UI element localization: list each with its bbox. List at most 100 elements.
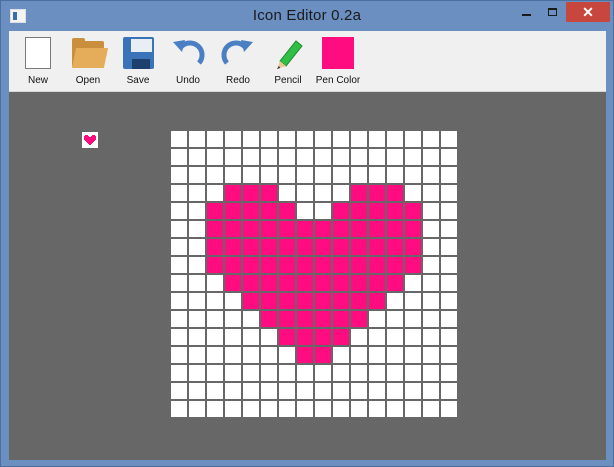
pixel-cell[interactable] (261, 329, 277, 345)
pixel-cell[interactable] (243, 329, 259, 345)
maximize-button[interactable] (539, 2, 565, 22)
pixel-cell[interactable] (351, 329, 367, 345)
pixel-cell[interactable] (171, 203, 187, 219)
pixel-cell[interactable] (279, 185, 295, 201)
pixel-cell[interactable] (207, 293, 223, 309)
pixel-cell[interactable] (333, 149, 349, 165)
pixel-cell[interactable] (225, 311, 241, 327)
pixel-cell[interactable] (387, 239, 403, 255)
pixel-cell[interactable] (279, 365, 295, 381)
pixel-cell[interactable] (387, 185, 403, 201)
pixel-cell[interactable] (387, 401, 403, 417)
pixel-cell[interactable] (351, 167, 367, 183)
pixel-cell[interactable] (315, 149, 331, 165)
pixel-cell[interactable] (423, 149, 439, 165)
title-bar[interactable]: Icon Editor 0.2a ✕ (1, 1, 613, 31)
pixel-cell[interactable] (189, 257, 205, 273)
pixel-cell[interactable] (243, 185, 259, 201)
pixel-cell[interactable] (315, 203, 331, 219)
pixel-cell[interactable] (207, 275, 223, 291)
pixel-cell[interactable] (171, 257, 187, 273)
pixel-cell[interactable] (441, 167, 457, 183)
pixel-cell[interactable] (405, 167, 421, 183)
save-button[interactable]: Save (114, 35, 162, 91)
pixel-cell[interactable] (369, 293, 385, 309)
pixel-cell[interactable] (387, 275, 403, 291)
pixel-cell[interactable] (189, 293, 205, 309)
pixel-cell[interactable] (351, 311, 367, 327)
pixel-cell[interactable] (351, 365, 367, 381)
pixel-cell[interactable] (405, 185, 421, 201)
pixel-cell[interactable] (387, 203, 403, 219)
pixel-cell[interactable] (423, 383, 439, 399)
pixel-cell[interactable] (405, 275, 421, 291)
pixel-cell[interactable] (261, 203, 277, 219)
pixel-cell[interactable] (315, 365, 331, 381)
pixel-cell[interactable] (315, 167, 331, 183)
pixel-cell[interactable] (261, 383, 277, 399)
pixel-cell[interactable] (279, 401, 295, 417)
pixel-cell[interactable] (225, 293, 241, 309)
pixel-cell[interactable] (189, 329, 205, 345)
pixel-cell[interactable] (189, 167, 205, 183)
pixel-cell[interactable] (405, 131, 421, 147)
pixel-cell[interactable] (207, 347, 223, 363)
pixel-cell[interactable] (333, 383, 349, 399)
pixel-cell[interactable] (297, 311, 313, 327)
pixel-cell[interactable] (405, 347, 421, 363)
pixel-cell[interactable] (189, 347, 205, 363)
pixel-cell[interactable] (333, 203, 349, 219)
pixel-cell[interactable] (333, 221, 349, 237)
pixel-cell[interactable] (171, 167, 187, 183)
pixel-cell[interactable] (243, 149, 259, 165)
pixel-cell[interactable] (189, 149, 205, 165)
pixel-cell[interactable] (225, 167, 241, 183)
pixel-cell[interactable] (297, 383, 313, 399)
pixel-cell[interactable] (333, 239, 349, 255)
pixel-cell[interactable] (225, 329, 241, 345)
pixel-cell[interactable] (189, 365, 205, 381)
pixel-cell[interactable] (225, 131, 241, 147)
pixel-cell[interactable] (423, 203, 439, 219)
pixel-cell[interactable] (171, 329, 187, 345)
pixel-cell[interactable] (243, 257, 259, 273)
pixel-cell[interactable] (243, 347, 259, 363)
pixel-cell[interactable] (297, 275, 313, 291)
pixel-cell[interactable] (369, 329, 385, 345)
pixel-cell[interactable] (441, 329, 457, 345)
pixel-cell[interactable] (423, 365, 439, 381)
pixel-cell[interactable] (387, 329, 403, 345)
pixel-cell[interactable] (297, 239, 313, 255)
pixel-cell[interactable] (333, 293, 349, 309)
pixel-cell[interactable] (315, 311, 331, 327)
pixel-cell[interactable] (441, 149, 457, 165)
pixel-cell[interactable] (387, 311, 403, 327)
pixel-cell[interactable] (243, 383, 259, 399)
pixel-cell[interactable] (297, 203, 313, 219)
pixel-cell[interactable] (297, 257, 313, 273)
pixel-cell[interactable] (279, 293, 295, 309)
pixel-cell[interactable] (369, 275, 385, 291)
pixel-cell[interactable] (351, 383, 367, 399)
pixel-cell[interactable] (171, 347, 187, 363)
pixel-cell[interactable] (297, 167, 313, 183)
pixel-cell[interactable] (315, 383, 331, 399)
pixel-cell[interactable] (351, 221, 367, 237)
pixel-cell[interactable] (333, 347, 349, 363)
pixel-cell[interactable] (441, 203, 457, 219)
pixel-cell[interactable] (171, 365, 187, 381)
pixel-cell[interactable] (225, 203, 241, 219)
close-button[interactable]: ✕ (566, 2, 610, 22)
pixel-cell[interactable] (297, 185, 313, 201)
pixel-cell[interactable] (441, 221, 457, 237)
pixel-cell[interactable] (351, 239, 367, 255)
pixel-cell[interactable] (369, 383, 385, 399)
pixel-cell[interactable] (441, 257, 457, 273)
pixel-cell[interactable] (351, 203, 367, 219)
pixel-cell[interactable] (261, 185, 277, 201)
pixel-cell[interactable] (279, 257, 295, 273)
pixel-cell[interactable] (243, 293, 259, 309)
undo-button[interactable]: Undo (164, 35, 212, 91)
pixel-cell[interactable] (261, 221, 277, 237)
open-button[interactable]: Open (64, 35, 112, 91)
